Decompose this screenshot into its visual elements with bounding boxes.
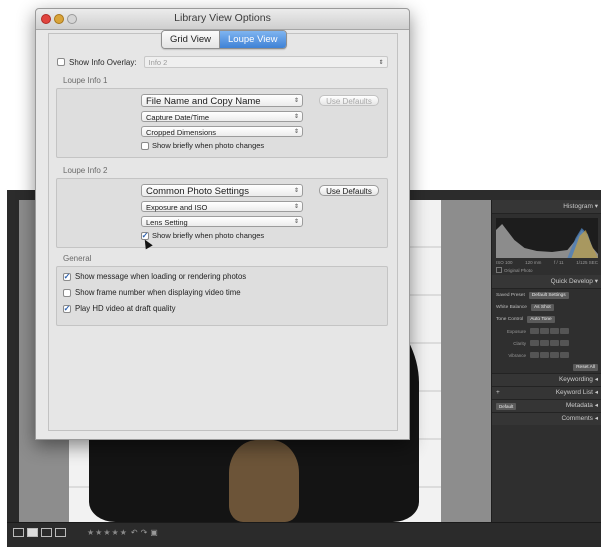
view-mode-icons: ★★★★★ ↶ ↷ ▣ — [13, 528, 158, 537]
survey-view-icon[interactable] — [55, 528, 66, 537]
metadata-preset-select[interactable]: Default — [496, 402, 517, 410]
histogram-header[interactable]: Histogram ▾ — [492, 200, 601, 214]
exposure-row: Exposure — [492, 325, 601, 337]
clarity-row: Clarity — [492, 337, 601, 349]
library-view-options-dialog: Library View Options Grid View Loupe Vie… — [35, 8, 410, 440]
show-info-overlay-row: Show Info Overlay: Info 2 ⇕ — [57, 56, 388, 68]
left-panel — [7, 200, 19, 522]
keywording-header[interactable]: Keywording ◂ — [492, 373, 601, 386]
general-option-frame-number[interactable]: Show frame number when displaying video … — [63, 288, 241, 297]
general-option-loading-message[interactable]: ✓ Show message when loading or rendering… — [63, 272, 246, 281]
loupe-info-2-group: Common Photo Settings ⇕ Exposure and ISO ⇕… — [56, 178, 388, 250]
loupe-info-1-field-1[interactable]: File Name and Copy Name ⇕ — [141, 94, 303, 107]
loupe-info-1-use-defaults-button[interactable]: Use Defaults — [319, 95, 379, 106]
checkmark-icon: ✓ — [63, 271, 71, 281]
comments-header[interactable]: Comments ◂ — [492, 412, 601, 425]
checkmark-icon: ✓ — [63, 303, 71, 313]
updown-icon: ⇕ — [293, 188, 299, 194]
right-panel: Histogram ▾ ISO 100 120 mm f / 11 1/125 … — [491, 200, 601, 522]
loupe-info-1-label: Loupe Info 1 — [63, 76, 108, 85]
info-overlay-select[interactable]: Info 2 ⇕ — [143, 56, 388, 68]
loupe-info-1-show-briefly-checkbox[interactable] — [141, 141, 149, 150]
loupe-info-1-group: File Name and Copy Name ⇕ Capture Date/Ti… — [56, 88, 388, 158]
metadata-header[interactable]: Default Metadata ◂ — [492, 399, 601, 412]
loupe-info-2-field-1[interactable]: Common Photo Settings ⇕ — [141, 184, 303, 197]
zoom-icon[interactable]: ▣ — [150, 528, 158, 537]
frame-number-checkbox[interactable] — [63, 288, 71, 297]
updown-icon: ⇕ — [293, 98, 299, 104]
saved-preset-select[interactable]: Default Settings — [528, 291, 569, 299]
keyword-list-header[interactable]: + Keyword List ◂ — [492, 386, 601, 399]
general-group: ✓ Show message when loading or rendering… — [56, 266, 388, 326]
loupe-info-2-use-defaults-button[interactable]: Use Defaults — [319, 185, 379, 196]
saved-preset-row: Saved Preset Default Settings — [492, 289, 601, 301]
loupe-view-icon[interactable] — [27, 528, 38, 537]
vibrance-row: Vibrance — [492, 349, 601, 361]
general-option-hd-video[interactable]: ✓ Play HD video at draft quality — [63, 304, 176, 313]
updown-icon: ⇕ — [293, 219, 299, 225]
histogram-graph — [496, 224, 598, 258]
tab-grid-view[interactable]: Grid View — [162, 31, 221, 48]
histogram — [496, 218, 598, 258]
vibrance-buttons[interactable] — [530, 352, 569, 358]
view-tabs: Grid View Loupe View — [161, 30, 287, 49]
loupe-info-2-label: Loupe Info 2 — [63, 166, 108, 175]
bottom-toolbar: ★★★★★ ↶ ↷ ▣ — [7, 522, 601, 547]
original-photo-toggle[interactable]: Original Photo — [492, 267, 601, 275]
updown-icon: ⇕ — [293, 204, 299, 210]
dialog-title: Library View Options — [174, 12, 271, 24]
rating-stars[interactable]: ★★★★★ — [87, 528, 128, 537]
updown-icon: ⇕ — [378, 60, 384, 66]
hd-video-checkbox[interactable]: ✓ — [63, 303, 71, 313]
loupe-info-2-field-3[interactable]: Lens Setting ⇕ — [141, 216, 303, 227]
auto-tone-button[interactable]: Auto Tone — [527, 315, 555, 323]
rotate-right-icon[interactable]: ↷ — [141, 528, 148, 537]
loupe-info-1-field-3[interactable]: Cropped Dimensions ⇕ — [141, 126, 303, 137]
updown-icon: ⇕ — [293, 129, 299, 135]
general-label: General — [63, 254, 92, 263]
grid-view-icon[interactable] — [13, 528, 24, 537]
loupe-info-2-show-briefly[interactable]: ✓ Show briefly when photo changes — [141, 231, 264, 240]
loupe-info-2-field-2[interactable]: Exposure and ISO ⇕ — [141, 201, 303, 212]
histogram-info: ISO 100 120 mm f / 11 1/125 SEC — [496, 260, 598, 265]
compare-view-icon[interactable] — [41, 528, 52, 537]
show-info-overlay-checkbox[interactable] — [57, 58, 65, 66]
dialog-content: Grid View Loupe View Show Info Overlay: … — [48, 30, 398, 431]
show-info-overlay-label: Show Info Overlay: — [69, 57, 137, 67]
loupe-info-1-show-briefly[interactable]: Show briefly when photo changes — [141, 141, 264, 150]
original-photo-checkbox[interactable] — [496, 267, 502, 273]
reset-all-button[interactable]: Reset All — [573, 363, 598, 371]
rotate-left-icon[interactable]: ↶ — [131, 528, 138, 537]
loupe-info-1-field-2[interactable]: Capture Date/Time ⇕ — [141, 111, 303, 122]
white-balance-select[interactable]: As Shot — [530, 303, 554, 311]
quick-develop-header[interactable]: Quick Develop ▾ — [492, 275, 601, 289]
white-balance-row: White Balance As Shot — [492, 301, 601, 313]
tab-loupe-view[interactable]: Loupe View — [220, 31, 286, 48]
loading-message-checkbox[interactable]: ✓ — [63, 271, 71, 281]
titlebar: Library View Options — [36, 9, 409, 30]
reset-all-row: Reset All — [492, 361, 601, 373]
photo-dog-fur — [229, 440, 299, 522]
exposure-buttons[interactable] — [530, 328, 569, 334]
clarity-buttons[interactable] — [530, 340, 569, 346]
updown-icon: ⇕ — [293, 114, 299, 120]
tone-control-row: Tone Control Auto Tone — [492, 313, 601, 325]
